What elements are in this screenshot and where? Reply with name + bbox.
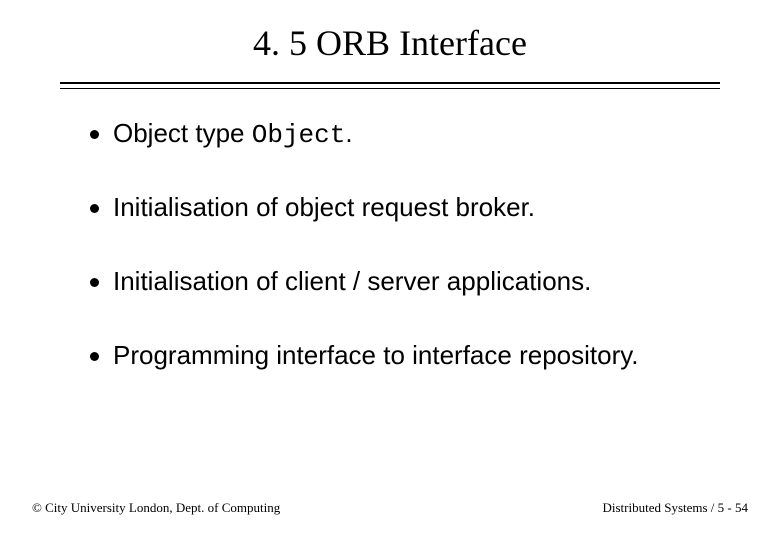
item-text-prefix: Initialisation of client / server applic… <box>113 266 591 296</box>
footer-right: Distributed Systems / 5 - 54 <box>602 500 748 516</box>
list-item: Programming interface to interface repos… <box>90 341 740 373</box>
bullet-icon <box>90 352 99 361</box>
item-text-prefix: Initialisation of object request broker. <box>113 192 535 222</box>
title-rule <box>60 82 720 89</box>
item-text-suffix: . <box>345 118 352 148</box>
footer-left: © City University London, Dept. of Compu… <box>32 500 280 516</box>
item-text: Initialisation of object request broker. <box>113 193 535 225</box>
item-text-mono: Object <box>252 120 346 150</box>
item-text: Initialisation of client / server applic… <box>113 267 591 299</box>
item-text-prefix: Object type <box>113 118 252 148</box>
list-item: Object type Object. <box>90 119 740 151</box>
footer: © City University London, Dept. of Compu… <box>0 500 780 516</box>
list-item: Initialisation of client / server applic… <box>90 267 740 299</box>
item-text-prefix: Programming interface to interface repos… <box>113 340 639 370</box>
bullet-icon <box>90 204 99 213</box>
item-text: Programming interface to interface repos… <box>113 341 639 373</box>
content-area: Object type Object. Initialisation of ob… <box>0 119 780 373</box>
bullet-icon <box>90 130 99 139</box>
item-text: Object type Object. <box>113 119 353 151</box>
bullet-icon <box>90 278 99 287</box>
slide-title: 4. 5 ORB Interface <box>0 0 780 82</box>
slide: 4. 5 ORB Interface Object type Object. I… <box>0 0 780 540</box>
list-item: Initialisation of object request broker. <box>90 193 740 225</box>
